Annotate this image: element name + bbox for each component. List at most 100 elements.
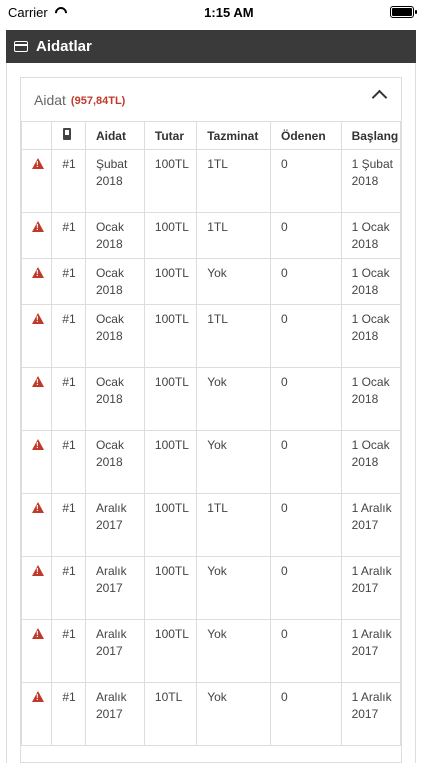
column-header-baslangic[interactable]: Başlang (340, 121, 401, 150)
carrier-label: Carrier (8, 4, 48, 20)
baslangic-cell: 1 Aralık 2017 (340, 493, 401, 557)
warning-icon (32, 221, 44, 232)
tutar-cell: 100TL (143, 493, 198, 557)
warning-icon (32, 628, 44, 639)
baslangic-cell: 1 Ocak 2018 (340, 367, 401, 431)
warning-icon (32, 502, 44, 513)
status-cell (21, 682, 53, 746)
row-number-cell: #1 (51, 212, 86, 259)
aidat-cell: Aralık 2017 (84, 682, 145, 746)
tazminat-cell: Yok (196, 430, 271, 494)
tazminat-cell: 1TL (196, 212, 271, 259)
column-header-odenen[interactable]: Ödenen (270, 121, 342, 150)
tutar-cell: 100TL (143, 149, 198, 213)
tutar-cell: 100TL (143, 556, 198, 620)
clock: 1:15 AM (204, 4, 254, 20)
credit-card-icon (14, 41, 28, 52)
table-row[interactable]: #1Şubat 2018100TL1TL01 Şubat 2018 (21, 149, 401, 213)
column-header-phone (51, 121, 86, 150)
warning-icon (32, 439, 44, 450)
status-cell (21, 149, 53, 213)
phone-icon (63, 128, 72, 140)
table-row[interactable]: #1Aralık 2017100TLYok01 Aralık 2017 (21, 556, 401, 620)
aidat-cell: Ocak 2018 (84, 258, 145, 305)
baslangic-cell: 1 Ocak 2018 (340, 212, 401, 259)
table-row[interactable]: #1Ocak 2018100TLYok01 Ocak 2018 (21, 258, 401, 305)
table-row[interactable]: #1Aralık 201710TLYok01 Aralık 2017 (21, 682, 401, 746)
tutar-cell: 100TL (143, 619, 198, 683)
odenen-cell: 0 (270, 493, 342, 557)
tazminat-cell: Yok (196, 619, 271, 683)
aidat-cell: Ocak 2018 (84, 304, 145, 368)
tazminat-cell: Yok (196, 682, 271, 746)
row-number-cell: #1 (51, 149, 86, 213)
odenen-cell: 0 (270, 304, 342, 368)
chevron-up-icon[interactable] (371, 89, 388, 106)
tazminat-cell: Yok (196, 367, 271, 431)
odenen-cell: 0 (270, 556, 342, 620)
odenen-cell: 0 (270, 258, 342, 305)
content-panel: Aidat (957,84TL) Aidat Tutar Tazminat Öd… (6, 63, 416, 763)
row-number-cell: #1 (51, 556, 86, 620)
column-header-tutar[interactable]: Tutar (143, 121, 198, 150)
aidat-cell: Aralık 2017 (84, 493, 145, 557)
baslangic-cell: 1 Ocak 2018 (340, 258, 401, 305)
aidat-panel-header[interactable]: Aidat (957,84TL) (21, 78, 401, 121)
odenen-cell: 0 (270, 149, 342, 213)
table-row[interactable]: #1Ocak 2018100TL1TL01 Ocak 2018 (21, 212, 401, 259)
odenen-cell: 0 (270, 619, 342, 683)
tazminat-cell: 1TL (196, 149, 271, 213)
odenen-cell: 0 (270, 212, 342, 259)
status-cell (21, 367, 53, 431)
table-row[interactable]: #1Aralık 2017100TL1TL01 Aralık 2017 (21, 493, 401, 557)
aidat-cell: Ocak 2018 (84, 367, 145, 431)
row-number-cell: #1 (51, 258, 86, 305)
row-number-cell: #1 (51, 493, 86, 557)
status-bar: Carrier 1:15 AM (0, 0, 422, 24)
warning-icon (32, 267, 44, 278)
warning-icon (32, 565, 44, 576)
tutar-cell: 100TL (143, 367, 198, 431)
aidat-cell: Ocak 2018 (84, 430, 145, 494)
aidat-panel: Aidat (957,84TL) Aidat Tutar Tazminat Öd… (20, 77, 402, 763)
warning-icon (32, 691, 44, 702)
odenen-cell: 0 (270, 367, 342, 431)
status-cell (21, 493, 53, 557)
row-number-cell: #1 (51, 430, 86, 494)
baslangic-cell: 1 Aralık 2017 (340, 556, 401, 620)
warning-icon (32, 376, 44, 387)
row-number-cell: #1 (51, 619, 86, 683)
tazminat-cell: Yok (196, 556, 271, 620)
table-row[interactable]: #1Ocak 2018100TLYok01 Ocak 2018 (21, 367, 401, 431)
row-number-cell: #1 (51, 367, 86, 431)
column-header-tazminat[interactable]: Tazminat (196, 121, 271, 150)
baslangic-cell: 1 Aralık 2017 (340, 682, 401, 746)
odenen-cell: 0 (270, 430, 342, 494)
page-title: Aidatlar (36, 38, 92, 55)
baslangic-cell: 1 Aralık 2017 (340, 619, 401, 683)
aidat-cell: Aralık 2017 (84, 556, 145, 620)
tazminat-cell: Yok (196, 258, 271, 305)
table-row[interactable]: #1Ocak 2018100TLYok01 Ocak 2018 (21, 430, 401, 494)
tazminat-cell: 1TL (196, 304, 271, 368)
status-cell (21, 430, 53, 494)
aidat-cell: Ocak 2018 (84, 212, 145, 259)
aidat-table: Aidat Tutar Tazminat Ödenen Başlang #1Şu… (21, 121, 401, 746)
warning-icon (32, 158, 44, 169)
wifi-icon (54, 7, 68, 17)
tutar-cell: 100TL (143, 430, 198, 494)
baslangic-cell: 1 Şubat 2018 (340, 149, 401, 213)
tutar-cell: 10TL (143, 682, 198, 746)
tutar-cell: 100TL (143, 304, 198, 368)
aidat-cell: Şubat 2018 (84, 149, 145, 213)
row-number-cell: #1 (51, 682, 86, 746)
status-cell (21, 258, 53, 305)
table-row[interactable]: #1Aralık 2017100TLYok01 Aralık 2017 (21, 619, 401, 683)
table-header-row: Aidat Tutar Tazminat Ödenen Başlang (21, 121, 401, 150)
warning-icon (32, 313, 44, 324)
column-header-aidat[interactable]: Aidat (84, 121, 145, 150)
column-header-status (21, 121, 53, 150)
baslangic-cell: 1 Ocak 2018 (340, 304, 401, 368)
table-row[interactable]: #1Ocak 2018100TL1TL01 Ocak 2018 (21, 304, 401, 368)
status-cell (21, 556, 53, 620)
